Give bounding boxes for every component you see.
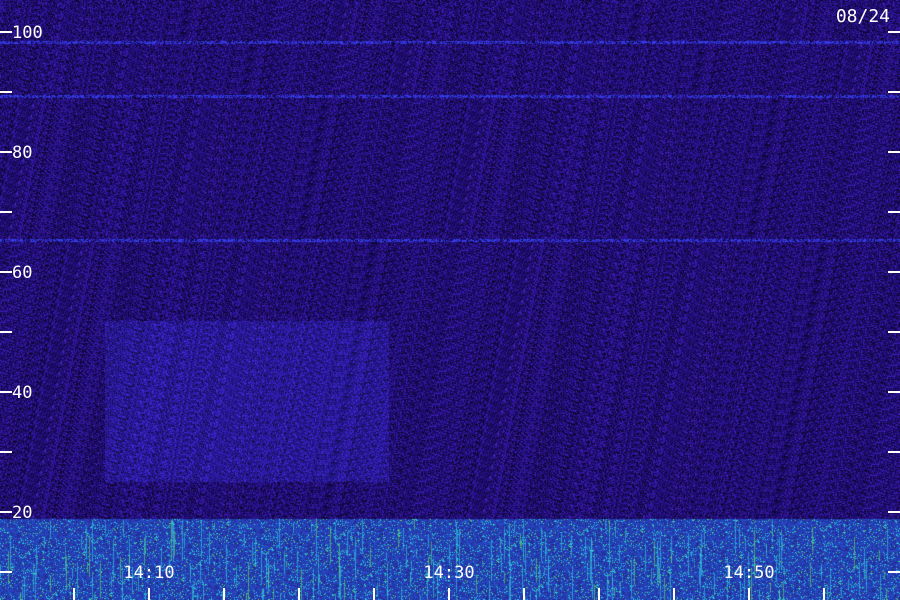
y-tick-label-100: 100: [12, 23, 43, 43]
y-axis-labels: 20 40 60 80 100: [12, 23, 43, 523]
date-label: 08/24: [836, 6, 890, 27]
y-tick-label-80: 80: [12, 143, 32, 163]
y-axis-ticks: [0, 31, 900, 573]
y-tick-label-20: 20: [12, 503, 32, 523]
x-tick-label-1430: 14:30: [423, 563, 474, 583]
y-tick-label-40: 40: [12, 383, 32, 403]
x-axis-labels: 14:10 14:30 14:50: [123, 563, 774, 583]
x-axis-ticks: [73, 588, 825, 600]
axis-overlay: 20 40 60 80 100 14:10 14:30 14:50 08/24: [0, 6, 900, 600]
x-tick-label-1410: 14:10: [123, 563, 174, 583]
x-tick-label-1450: 14:50: [723, 563, 774, 583]
y-tick-label-60: 60: [12, 263, 32, 283]
